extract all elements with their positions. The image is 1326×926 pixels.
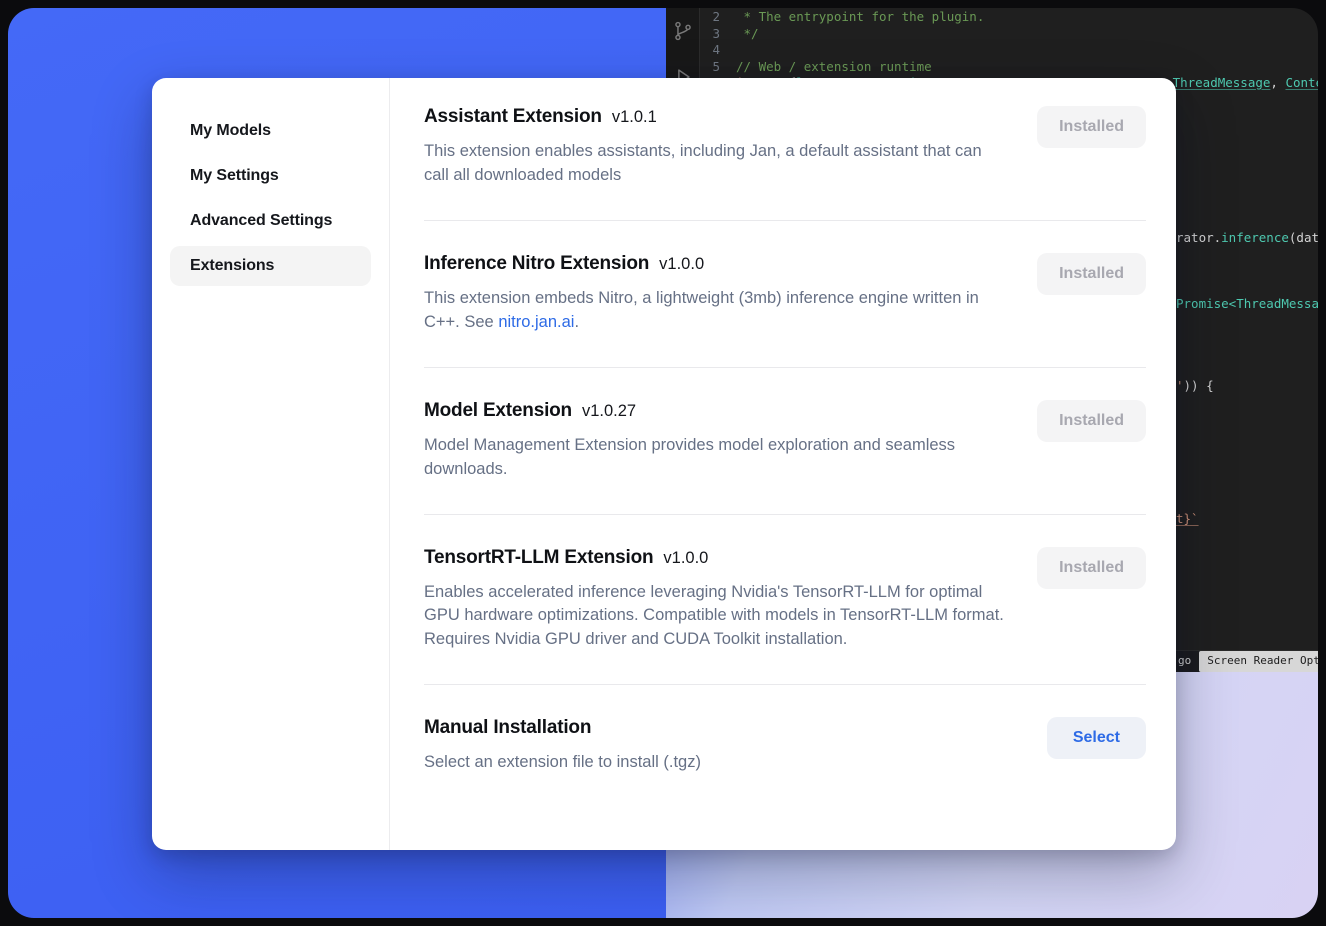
screen-reader-status-badge[interactable]: Screen Reader Optimize <box>1199 651 1318 672</box>
extension-row: Inference Nitro Extensionv1.0.0 This ext… <box>424 253 1146 335</box>
code-line: 4 <box>700 42 1318 59</box>
settings-modal: My Models My Settings Advanced Settings … <box>152 78 1176 850</box>
installed-button[interactable]: Installed <box>1037 400 1146 442</box>
extension-row: Assistant Extensionv1.0.1 This extension… <box>424 106 1146 188</box>
code-line: 2 * The entrypoint for the plugin. <box>700 9 1318 26</box>
installed-button[interactable]: Installed <box>1037 253 1146 295</box>
settings-sidebar: My Models My Settings Advanced Settings … <box>152 78 390 850</box>
sidebar-item-my-settings[interactable]: My Settings <box>170 156 371 196</box>
extension-description: This extension enables assistants, inclu… <box>424 140 1009 188</box>
extension-description: Enables accelerated inference leveraging… <box>424 581 1009 653</box>
line-number: 2 <box>700 9 736 26</box>
line-number: 4 <box>700 42 736 59</box>
line-number: 5 <box>700 59 736 76</box>
line-number: 3 <box>700 26 736 43</box>
select-button[interactable]: Select <box>1047 717 1146 759</box>
extension-version: v1.0.1 <box>612 108 657 126</box>
extensions-panel: Assistant Extensionv1.0.1 This extension… <box>390 78 1176 850</box>
extension-name: Assistant Extensionv1.0.1 <box>424 106 1009 128</box>
extension-version: v1.0.0 <box>663 549 708 567</box>
extension-name: Model Extensionv1.0.27 <box>424 400 1009 422</box>
code-line: 5// Web / extension runtime <box>700 59 1318 76</box>
status-text: go <box>1178 653 1191 670</box>
source-control-icon[interactable] <box>672 20 694 42</box>
code-fragment: Promise<ThreadMessage> <box>1176 296 1318 313</box>
row-divider <box>424 367 1146 368</box>
extension-version: v1.0.27 <box>582 402 636 420</box>
extension-description: Model Management Extension provides mode… <box>424 434 1009 482</box>
code-fragment: ')) { <box>1176 378 1214 395</box>
manual-installation-row: Manual Installation Select an extension … <box>424 717 1146 775</box>
extension-name: Inference Nitro Extensionv1.0.0 <box>424 253 1009 275</box>
extension-description: Select an extension file to install (.tg… <box>424 751 701 775</box>
code-fragment: t}` <box>1176 511 1199 528</box>
code-fragment: rator.inference(data)); <box>1176 230 1318 247</box>
installed-button[interactable]: Installed <box>1037 106 1146 148</box>
extension-row: TensortRT-LLM Extensionv1.0.0 Enables ac… <box>424 547 1146 653</box>
screenshot-stage: 2 * The entrypoint for the plugin. 3 */ … <box>8 8 1318 918</box>
row-divider <box>424 514 1146 515</box>
sidebar-item-advanced-settings[interactable]: Advanced Settings <box>170 201 371 241</box>
nitro-jan-ai-link[interactable]: nitro.jan.ai <box>498 313 574 331</box>
sidebar-item-my-models[interactable]: My Models <box>170 111 371 151</box>
sidebar-item-extensions[interactable]: Extensions <box>170 246 371 286</box>
row-divider <box>424 684 1146 685</box>
code-line: 3 */ <box>700 26 1318 43</box>
extension-name: Manual Installation <box>424 717 701 739</box>
row-divider <box>424 220 1146 221</box>
installed-button[interactable]: Installed <box>1037 547 1146 589</box>
extension-row: Model Extensionv1.0.27 Model Management … <box>424 400 1146 482</box>
extension-version: v1.0.0 <box>659 255 704 273</box>
extension-description: This extension embeds Nitro, a lightweig… <box>424 287 1009 335</box>
extension-name: TensortRT-LLM Extensionv1.0.0 <box>424 547 1009 569</box>
